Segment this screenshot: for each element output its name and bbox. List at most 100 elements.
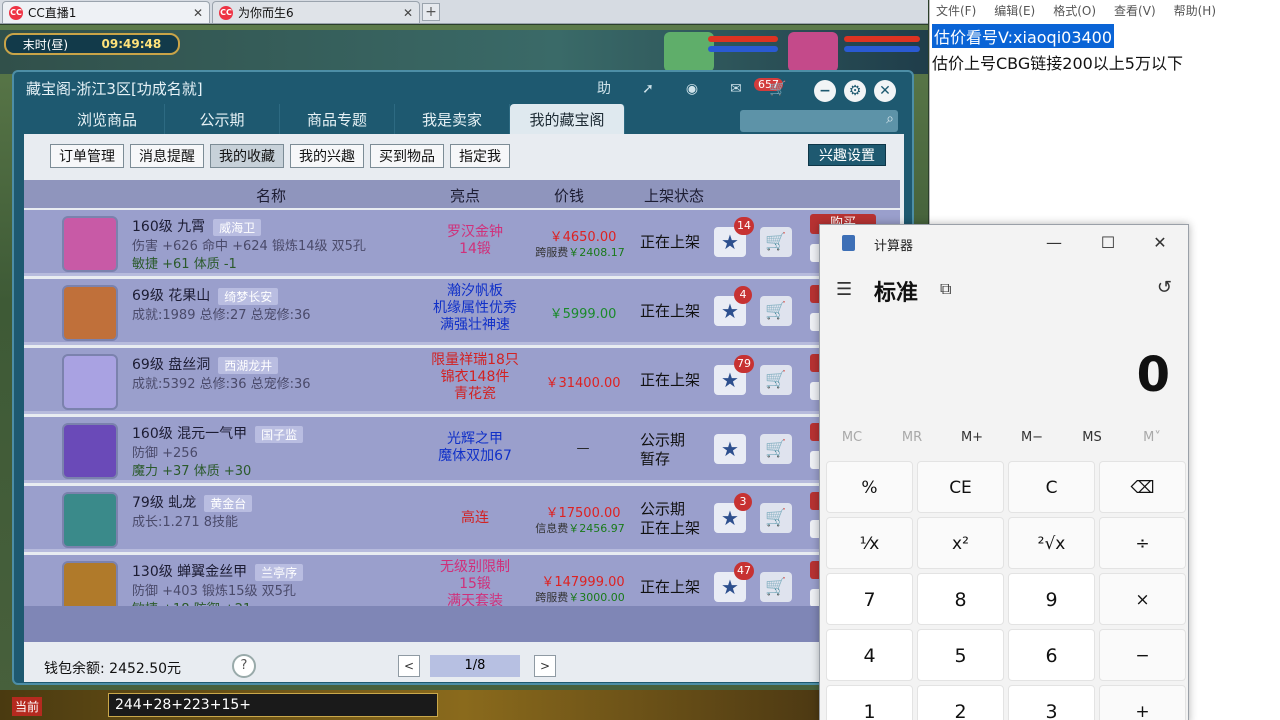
notepad-line-1[interactable]: 估价看号V:xiaoqi03400 xyxy=(932,24,1115,48)
chat-input[interactable]: 244+28+223+15+ xyxy=(108,693,438,717)
operator-key[interactable]: C xyxy=(1008,461,1095,513)
operator-key[interactable]: + xyxy=(1099,685,1186,720)
settings-icon[interactable]: ⚙ xyxy=(844,80,866,102)
subtab-favorites[interactable]: 我的收藏 xyxy=(210,144,284,168)
browser-tab-1[interactable]: CC CC直播1 ✕ xyxy=(2,1,210,23)
new-tab-button[interactable]: + xyxy=(422,3,440,21)
memory-button[interactable]: MS xyxy=(1062,430,1122,445)
memory-button[interactable]: M− xyxy=(1002,430,1062,445)
minimize-icon[interactable]: − xyxy=(814,80,836,102)
operator-key[interactable]: CE xyxy=(917,461,1004,513)
tab-publicity[interactable]: 公示期 xyxy=(165,104,280,134)
tab-topics[interactable]: 商品专题 xyxy=(280,104,395,134)
memory-button[interactable]: MC xyxy=(822,430,882,445)
operator-key[interactable]: % xyxy=(826,461,913,513)
memory-button[interactable]: M+ xyxy=(942,430,1002,445)
menu-view[interactable]: 查看(V) xyxy=(1114,2,1156,19)
digit-key[interactable]: 5 xyxy=(917,629,1004,681)
tab-seller[interactable]: 我是卖家 xyxy=(395,104,510,134)
operator-key[interactable]: − xyxy=(1099,629,1186,681)
share-icon[interactable]: ➚ xyxy=(636,78,660,100)
search-icon[interactable]: ⌕ xyxy=(886,111,894,127)
memory-button[interactable]: MR xyxy=(882,430,942,445)
message-icon[interactable]: ✉ xyxy=(724,78,748,100)
help-button[interactable]: 助 xyxy=(592,78,616,100)
close-icon[interactable]: ✕ xyxy=(403,6,413,20)
add-to-cart-icon[interactable]: 🛒 xyxy=(760,572,792,602)
subtab-bought[interactable]: 买到物品 xyxy=(370,144,444,168)
operator-key[interactable]: ¹⁄x xyxy=(826,517,913,569)
add-to-cart-icon[interactable]: 🛒 xyxy=(760,503,792,533)
menu-format[interactable]: 格式(O) xyxy=(1053,2,1096,19)
digit-key[interactable]: 2 xyxy=(917,685,1004,720)
notepad-line-2[interactable]: 估价上号CBG链接200以上5万以下 xyxy=(932,50,1183,74)
keep-on-top-icon[interactable]: ⧉ xyxy=(940,279,951,299)
item-thumbnail[interactable] xyxy=(62,492,118,548)
interest-settings-button[interactable]: 兴趣设置 xyxy=(808,144,886,166)
menu-edit[interactable]: 编辑(E) xyxy=(994,2,1035,19)
table-row[interactable]: 69级 花果山 绮梦长安 成就:1989 总修:27 总宠修:36 瀚汐帆板 机缘属性优… xyxy=(24,279,900,345)
item-thumbnail[interactable] xyxy=(62,423,118,479)
add-to-cart-icon[interactable]: 🛒 xyxy=(760,296,792,326)
close-icon[interactable]: ✕ xyxy=(874,80,896,102)
memory-button[interactable]: M˅ xyxy=(1122,430,1182,445)
digit-key[interactable]: 3 xyxy=(1008,685,1095,720)
table-row[interactable]: 69级 盘丝洞 西湖龙井 成就:5392 总修:36 总宠修:36 限量祥瑞18只 锦衣… xyxy=(24,348,900,414)
history-icon[interactable]: ↺ xyxy=(1157,277,1172,298)
digit-key[interactable]: 7 xyxy=(826,573,913,625)
help-icon[interactable]: ? xyxy=(232,654,256,678)
record-icon[interactable]: ◉ xyxy=(680,78,704,100)
subtab-interests[interactable]: 我的兴趣 xyxy=(290,144,364,168)
digit-key[interactable]: 6 xyxy=(1008,629,1095,681)
status-line: 正在上架 xyxy=(640,233,701,251)
minimize-icon[interactable]: — xyxy=(1034,231,1074,255)
favorite-star-icon[interactable]: ★ xyxy=(714,434,746,464)
operator-key[interactable]: × xyxy=(1099,573,1186,625)
close-icon[interactable]: ✕ xyxy=(1140,231,1180,255)
item-attrs: 防御 +403 锻炼15级 双5孔 xyxy=(132,584,296,599)
item-thumbnail[interactable] xyxy=(62,216,118,272)
add-to-cart-icon[interactable]: 🛒 xyxy=(760,365,792,395)
digit-key[interactable]: 8 xyxy=(917,573,1004,625)
favorite-count-badge: 3 xyxy=(734,493,752,511)
subtab-assigned[interactable]: 指定我 xyxy=(450,144,510,168)
add-to-cart-icon[interactable]: 🛒 xyxy=(760,434,792,464)
item-thumbnail[interactable] xyxy=(62,354,118,410)
pet-avatar[interactable] xyxy=(664,32,714,72)
operator-key[interactable]: x² xyxy=(917,517,1004,569)
digit-key[interactable]: 9 xyxy=(1008,573,1095,625)
subtab-orders[interactable]: 订单管理 xyxy=(50,144,124,168)
table-row[interactable]: 79级 虬龙 黄金台 成长:1.271 8技能 高连 ￥17500.00 信息费￥2456… xyxy=(24,486,900,552)
browser-tab-2[interactable]: CC 为你而生6 ✕ xyxy=(212,1,420,23)
chat-channel[interactable]: 当前 xyxy=(12,697,43,716)
add-to-cart-icon[interactable]: 🛒 xyxy=(760,227,792,257)
panel-title: 藏宝阁-浙江3区[功成名就] xyxy=(26,80,203,98)
tab-browse[interactable]: 浏览商品 xyxy=(50,104,165,134)
table-row[interactable]: 160级 九霄 威海卫 伤害 +626 命中 +624 锻炼14级 双5孔 敏捷 +6… xyxy=(24,210,900,276)
item-title: 160级 九霄 威海卫 xyxy=(132,216,262,236)
prev-page-button[interactable]: < xyxy=(398,655,420,677)
digit-key[interactable]: 4 xyxy=(826,629,913,681)
table-row[interactable]: 130级 蝉翼金丝甲兰亭序防御 +403 锻炼15级 双5孔敏捷 +18 防御 … xyxy=(24,555,900,606)
menu-file[interactable]: 文件(F) xyxy=(936,2,976,19)
item-status: 正在上架 xyxy=(640,371,716,390)
menu-icon[interactable]: ☰ xyxy=(836,279,852,300)
operator-key[interactable]: ⌫ xyxy=(1099,461,1186,513)
cart-icon[interactable]: 🛒 xyxy=(766,78,790,100)
operator-key[interactable]: ²√x xyxy=(1008,517,1095,569)
maximize-icon[interactable]: ☐ xyxy=(1088,231,1128,255)
item-thumbnail[interactable] xyxy=(62,561,118,606)
close-icon[interactable]: ✕ xyxy=(193,6,203,20)
digit-key[interactable]: 1 xyxy=(826,685,913,720)
item-title: 69级 花果山 绮梦长安 xyxy=(132,285,279,305)
table-header: 名称 亮点 价钱 上架状态 xyxy=(24,180,900,208)
item-thumbnail[interactable] xyxy=(62,285,118,341)
menu-help[interactable]: 帮助(H) xyxy=(1174,2,1216,19)
operator-key[interactable]: ÷ xyxy=(1099,517,1186,569)
next-page-button[interactable]: > xyxy=(534,655,556,677)
tab-my-treasure[interactable]: 我的藏宝阁 xyxy=(510,104,625,134)
search-input[interactable]: ⌕ xyxy=(740,110,898,132)
subtab-messages[interactable]: 消息提醒 xyxy=(130,144,204,168)
player-avatar[interactable] xyxy=(788,32,838,72)
table-row[interactable]: 160级 混元一气甲 国子监 防御 +256 魔力 +37 体质 +30 光辉之甲 魔体双… xyxy=(24,417,900,483)
